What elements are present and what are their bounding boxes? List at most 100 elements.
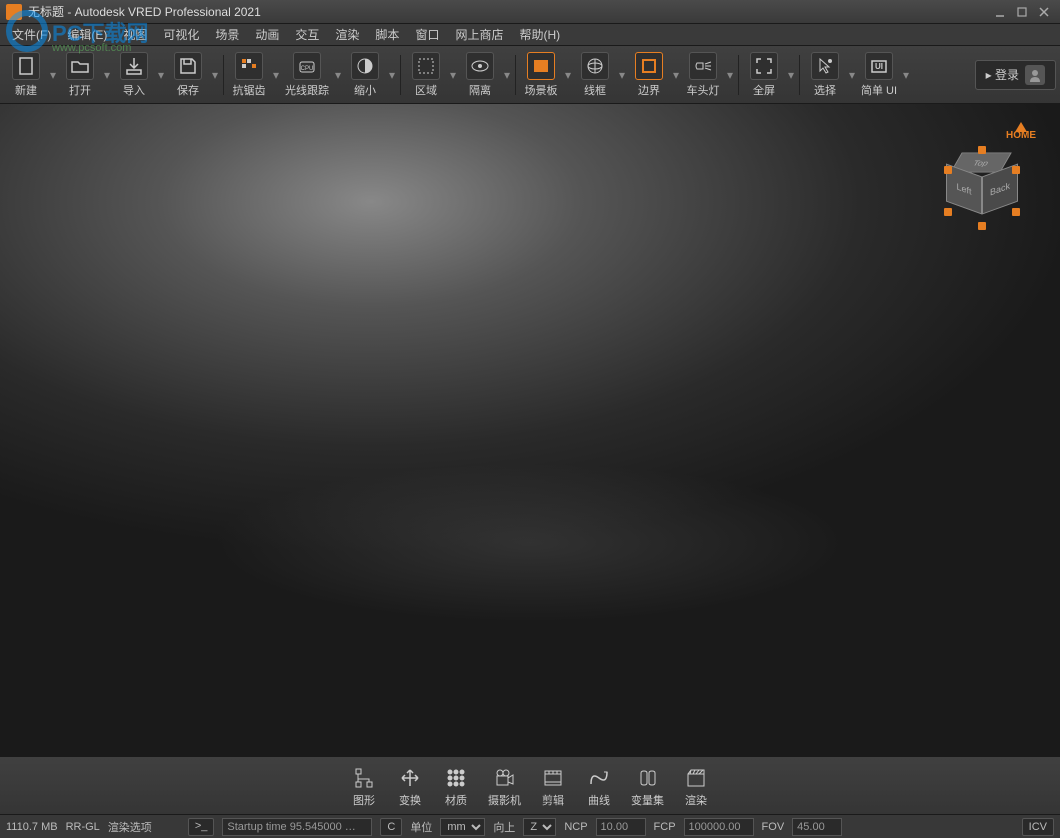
up-label: 向上 (493, 819, 515, 835)
up-axis-select[interactable]: Z (523, 818, 556, 836)
new-button-dropdown[interactable]: ▾ (48, 68, 58, 82)
cube-corner-icon[interactable] (978, 146, 986, 154)
simple-ui-button-label: 简单 UI (861, 82, 897, 98)
import-icon (120, 52, 148, 80)
svg-text:UI: UI (875, 62, 883, 71)
backplate-button-dropdown[interactable]: ▾ (563, 68, 573, 82)
camera-icon (491, 764, 519, 792)
import-button-dropdown[interactable]: ▾ (156, 68, 166, 82)
headlight-button[interactable]: 车头灯 (681, 50, 725, 100)
region-button-dropdown[interactable]: ▾ (448, 68, 458, 82)
render-button[interactable]: 渲染 (674, 762, 718, 810)
curve-button[interactable]: 曲线 (577, 762, 621, 810)
region-button-label: 区域 (415, 82, 437, 98)
menu-item-8[interactable]: 脚本 (367, 24, 407, 46)
transform-button[interactable]: 变换 (388, 762, 432, 810)
backplate-button[interactable]: 场景板 (519, 50, 563, 100)
save-button[interactable]: 保存 (166, 50, 210, 100)
wireframe-button[interactable]: 线框 (573, 50, 617, 100)
save-icon (174, 52, 202, 80)
ncp-input[interactable] (596, 818, 646, 836)
isolate-button-dropdown[interactable]: ▾ (502, 68, 512, 82)
menu-item-11[interactable]: 帮助(H) (511, 24, 568, 46)
menu-item-10[interactable]: 网上商店 (447, 24, 511, 46)
antialias-button-dropdown[interactable]: ▾ (271, 68, 281, 82)
open-button-dropdown[interactable]: ▾ (102, 68, 112, 82)
view-cube-home[interactable]: HOME (1006, 122, 1036, 141)
status-memory: 1110.7 MB (6, 821, 58, 833)
headlight-button-dropdown[interactable]: ▾ (725, 68, 735, 82)
raytrace-button[interactable]: CPU光线跟踪 (281, 50, 333, 100)
render-button-label: 渲染 (685, 792, 707, 808)
svg-text:CPU: CPU (301, 66, 314, 72)
fov-input[interactable] (792, 818, 842, 836)
import-button[interactable]: 导入 (112, 50, 156, 100)
new-button[interactable]: 新建 (4, 50, 48, 100)
boundary-button-label: 边界 (638, 82, 660, 98)
cube-corner-icon[interactable] (1012, 166, 1020, 174)
select-button-dropdown[interactable]: ▾ (847, 68, 857, 82)
raytrace-button-dropdown[interactable]: ▾ (333, 68, 343, 82)
close-button[interactable] (1034, 4, 1054, 20)
camera-button[interactable]: 摄影机 (480, 762, 529, 810)
menu-item-9[interactable]: 窗口 (407, 24, 447, 46)
cube-corner-icon[interactable] (944, 208, 952, 216)
fullscreen-button-dropdown[interactable]: ▾ (786, 68, 796, 82)
open-button[interactable]: 打开 (58, 50, 102, 100)
menu-item-0[interactable]: 文件(F) (4, 24, 59, 46)
maximize-button[interactable] (1012, 4, 1032, 20)
variantset-button[interactable]: 变量集 (623, 762, 672, 810)
c-button[interactable]: C (380, 818, 402, 836)
view-cube[interactable]: HOME Top Left Back (936, 122, 1036, 222)
wireframe-button-dropdown[interactable]: ▾ (617, 68, 627, 82)
menu-item-7[interactable]: 渲染 (327, 24, 367, 46)
raytrace-icon: CPU (293, 52, 321, 80)
status-render-options[interactable]: 渲染选项 (108, 819, 152, 835)
select-button[interactable]: 选择 (803, 50, 847, 100)
menu-item-2[interactable]: 视图 (115, 24, 155, 46)
unit-select[interactable]: mm (440, 818, 485, 836)
cube-corner-icon[interactable] (944, 166, 952, 174)
downscale-button-dropdown[interactable]: ▾ (387, 68, 397, 82)
toolbar-separator (400, 55, 401, 95)
clip-button[interactable]: 剪辑 (531, 762, 575, 810)
cube-corner-icon[interactable] (1012, 208, 1020, 216)
main-toolbar: 新建▾打开▾导入▾保存▾抗锯齿▾CPU光线跟踪▾缩小▾区域▾隔离▾场景板▾线框▾… (0, 46, 1060, 104)
downscale-button[interactable]: 缩小 (343, 50, 387, 100)
fcp-input[interactable] (684, 818, 754, 836)
simple-ui-icon: UI (865, 52, 893, 80)
icv-button[interactable]: ICV (1022, 818, 1054, 836)
terminal-output[interactable] (222, 818, 372, 836)
menu-item-1[interactable]: 编辑(E) (59, 24, 115, 46)
toolbar-separator (515, 55, 516, 95)
scenegraph-button[interactable]: 图形 (342, 762, 386, 810)
new-button-label: 新建 (15, 82, 37, 98)
menu-item-3[interactable]: 可视化 (155, 24, 207, 46)
fullscreen-button[interactable]: 全屏 (742, 50, 786, 100)
cube-corner-icon[interactable] (978, 222, 986, 230)
save-button-dropdown[interactable]: ▾ (210, 68, 220, 82)
curve-button-label: 曲线 (588, 792, 610, 808)
antialias-button[interactable]: 抗锯齿 (227, 50, 271, 100)
boundary-button[interactable]: 边界 (627, 50, 671, 100)
terminal-icon[interactable]: >_ (188, 818, 215, 836)
menu-item-4[interactable]: 场景 (207, 24, 247, 46)
fullscreen-icon (750, 52, 778, 80)
boundary-button-dropdown[interactable]: ▾ (671, 68, 681, 82)
simple-ui-button-dropdown[interactable]: ▾ (901, 68, 911, 82)
menu-bar: 文件(F)编辑(E)视图可视化场景动画交互渲染脚本窗口网上商店帮助(H) (0, 24, 1060, 46)
login-button[interactable]: ▸ 登录 (975, 60, 1056, 90)
downscale-icon (351, 52, 379, 80)
scenegraph-icon (350, 764, 378, 792)
simple-ui-button[interactable]: UI 简单 UI (857, 50, 901, 100)
material-icon (442, 764, 470, 792)
region-button[interactable]: 区域 (404, 50, 448, 100)
minimize-button[interactable] (990, 4, 1010, 20)
menu-item-5[interactable]: 动画 (247, 24, 287, 46)
viewport-3d[interactable]: HOME Top Left Back (0, 104, 1060, 756)
backplate-button-label: 场景板 (525, 82, 558, 98)
isolate-button[interactable]: 隔离 (458, 50, 502, 100)
curve-icon (585, 764, 613, 792)
material-button[interactable]: 材质 (434, 762, 478, 810)
menu-item-6[interactable]: 交互 (287, 24, 327, 46)
